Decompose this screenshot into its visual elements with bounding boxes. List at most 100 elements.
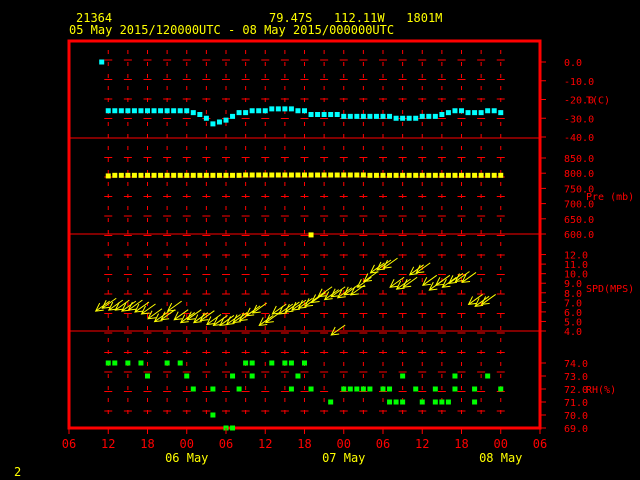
relative_humidity-point bbox=[138, 360, 144, 366]
temperature-point bbox=[138, 108, 144, 114]
temperature-point bbox=[308, 112, 314, 117]
relative_humidity-point bbox=[387, 399, 393, 405]
pressure-point bbox=[249, 172, 255, 178]
pressure-tick-label: 850.0 bbox=[564, 154, 594, 165]
relative_humidity-point bbox=[472, 399, 478, 405]
temperature-point bbox=[328, 112, 334, 117]
temperature-point bbox=[432, 113, 438, 119]
temperature-point bbox=[302, 108, 307, 114]
relative_humidity-point bbox=[308, 386, 314, 392]
pressure-point bbox=[288, 172, 294, 178]
x-axis-tick-label: 00 bbox=[180, 437, 194, 451]
pressure-point bbox=[347, 172, 353, 178]
relative_humidity-point bbox=[439, 399, 445, 405]
relative_humidity-point bbox=[243, 360, 249, 366]
wind-arrow-mark bbox=[454, 271, 470, 283]
relative_humidity-point bbox=[145, 373, 150, 379]
wind-arrow-mark bbox=[94, 300, 110, 312]
relative_humidity-point bbox=[230, 425, 236, 431]
pressure-point bbox=[406, 172, 412, 178]
temperature-point bbox=[282, 106, 288, 112]
temperature-point bbox=[145, 108, 150, 114]
pressure-point bbox=[151, 172, 157, 178]
temperature-point bbox=[256, 108, 262, 114]
pressure-point bbox=[485, 172, 491, 178]
pressure-point bbox=[131, 172, 137, 178]
temperature-point bbox=[158, 108, 164, 114]
pressure-point bbox=[341, 172, 347, 178]
temperature-point bbox=[190, 110, 196, 116]
pressure-point bbox=[230, 172, 236, 178]
relative_humidity-point bbox=[282, 360, 288, 366]
temperature-point bbox=[478, 110, 484, 116]
relative_humidity-point bbox=[184, 373, 190, 379]
relative_humidity-point bbox=[210, 386, 216, 392]
pressure-point bbox=[334, 172, 340, 178]
wind-arrow-mark bbox=[251, 302, 267, 314]
relative_humidity-point bbox=[472, 386, 478, 392]
pressure-point bbox=[275, 172, 281, 178]
relative_humidity-point bbox=[432, 386, 438, 392]
temperature-point bbox=[472, 110, 478, 116]
pressure-point bbox=[452, 172, 458, 178]
pressure-point bbox=[190, 172, 196, 178]
temperature-point bbox=[485, 108, 491, 114]
wind-arrow-mark bbox=[245, 305, 261, 317]
x-axis-tick-label: 18 bbox=[454, 437, 468, 451]
pressure-point bbox=[216, 172, 222, 178]
temperature-point bbox=[373, 113, 379, 119]
relative_humidity-point bbox=[249, 373, 255, 379]
relative_humidity-point bbox=[452, 386, 458, 392]
temperature-point bbox=[203, 115, 209, 121]
relative_humidity-point bbox=[269, 360, 275, 366]
pressure-point bbox=[498, 172, 504, 178]
temperature-point bbox=[269, 106, 275, 112]
pressure-point bbox=[328, 172, 334, 178]
pressure-point bbox=[164, 172, 170, 178]
relative_humidity-point bbox=[387, 386, 393, 392]
x-axis-tick-label: 06 bbox=[219, 437, 233, 451]
temperature-point bbox=[288, 106, 294, 112]
relative_humidity-tick-label: 74.0 bbox=[564, 359, 588, 370]
wind-arrow-mark bbox=[402, 276, 418, 288]
pressure-point bbox=[118, 172, 124, 178]
pressure-point bbox=[138, 172, 144, 178]
temperature-point bbox=[413, 115, 419, 121]
temperature-point bbox=[164, 108, 170, 114]
relative_humidity-point bbox=[419, 399, 425, 405]
pressure-point bbox=[112, 172, 118, 178]
wind-arrow-mark bbox=[114, 299, 130, 311]
x-axis-tick-label: 12 bbox=[415, 437, 429, 451]
pressure-point bbox=[105, 173, 111, 179]
day-label: 06 May bbox=[165, 451, 208, 465]
temperature-point bbox=[406, 115, 412, 121]
pressure-point bbox=[432, 172, 438, 178]
x-axis-tick-label: 00 bbox=[337, 437, 351, 451]
pressure-point bbox=[223, 172, 229, 178]
pressure-tick-label: 600.0 bbox=[564, 230, 594, 241]
relative_humidity-point bbox=[302, 360, 307, 366]
relative_humidity-point bbox=[498, 386, 504, 392]
meteogram-plot: 0.0-10.0-20.0-30.0-40.0T(C)850.0800.0750… bbox=[62, 39, 634, 465]
relative_humidity-point bbox=[112, 360, 118, 366]
temperature-point bbox=[465, 110, 471, 116]
relative_humidity-point bbox=[413, 386, 419, 392]
wind-arrow-mark bbox=[461, 272, 477, 284]
pressure-point bbox=[445, 172, 451, 178]
relative_humidity-point bbox=[485, 373, 491, 379]
relative_humidity-point bbox=[367, 386, 373, 392]
pressure-point bbox=[308, 232, 314, 238]
temperature-point bbox=[99, 59, 105, 65]
temperature-point bbox=[321, 112, 327, 117]
relative_humidity-point bbox=[445, 399, 451, 405]
relative_humidity-tick-label: 69.0 bbox=[564, 424, 588, 435]
pressure-point bbox=[465, 172, 471, 178]
pressure-point bbox=[367, 172, 373, 178]
temperature-point bbox=[197, 112, 203, 117]
relative_humidity-tick-label: 71.0 bbox=[564, 398, 588, 409]
temperature-point bbox=[341, 113, 347, 119]
pressure-tick-label: 650.0 bbox=[564, 215, 594, 226]
temperature-point bbox=[295, 108, 301, 114]
temperature-point bbox=[459, 108, 464, 114]
wind-arrow-mark bbox=[330, 286, 346, 298]
